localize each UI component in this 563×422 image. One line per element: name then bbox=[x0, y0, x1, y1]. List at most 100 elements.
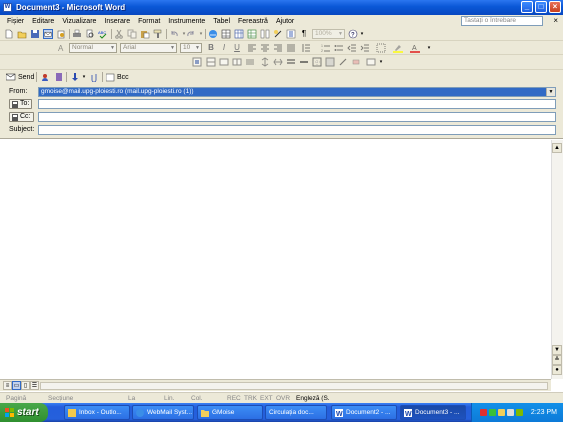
document-map-icon[interactable] bbox=[286, 29, 296, 39]
print-layout-view-icon[interactable]: ▯ bbox=[21, 381, 30, 390]
insert-excel-icon[interactable] bbox=[247, 29, 257, 39]
outline-view-icon[interactable]: ☰ bbox=[30, 381, 39, 390]
cut-icon[interactable] bbox=[114, 29, 124, 39]
task-document2[interactable]: W Document2 - ... bbox=[331, 405, 397, 420]
close-document-icon[interactable]: × bbox=[553, 16, 558, 25]
attach-icon[interactable] bbox=[90, 72, 100, 82]
start-button[interactable]: start bbox=[0, 403, 48, 422]
normal-view-icon[interactable]: ≡ bbox=[3, 381, 12, 390]
align-center-icon[interactable] bbox=[260, 43, 270, 53]
tray-volume-icon[interactable] bbox=[497, 409, 505, 416]
bullets-icon[interactable] bbox=[334, 43, 344, 53]
print-preview-icon[interactable] bbox=[85, 29, 95, 39]
subject-field[interactable] bbox=[38, 125, 556, 135]
task-circulatia[interactable]: Circulația doc... bbox=[265, 405, 327, 420]
border-icon[interactable] bbox=[376, 43, 386, 53]
permission-icon[interactable] bbox=[56, 29, 66, 39]
task-webmail[interactable]: WebMail Syst... bbox=[132, 405, 194, 420]
italic-icon[interactable]: I bbox=[219, 42, 229, 54]
title-bar[interactable]: W Document3 - Microsoft Word _ □ × bbox=[0, 0, 563, 15]
task-inbox-outlook[interactable]: Inbox - Outlo... bbox=[64, 405, 130, 420]
spelling-icon[interactable]: ABC bbox=[98, 29, 108, 39]
font-combo[interactable]: Arial ▼ bbox=[120, 43, 177, 53]
new-document-icon[interactable] bbox=[4, 29, 14, 39]
vertical-scrollbar[interactable]: ▲ ▼ ≙ ● bbox=[551, 140, 563, 379]
check-names-icon[interactable] bbox=[41, 72, 51, 82]
close-button[interactable]: × bbox=[549, 1, 561, 13]
menu-view[interactable]: Vizualizare bbox=[58, 18, 100, 25]
task-gmoise-folder[interactable]: GMoise bbox=[197, 405, 263, 420]
justify-icon[interactable] bbox=[286, 43, 296, 53]
word-app-icon[interactable]: W bbox=[3, 3, 12, 12]
style-combo[interactable]: Normal ▼ bbox=[69, 43, 117, 53]
email-icon[interactable] bbox=[43, 29, 53, 39]
maximize-button[interactable]: □ bbox=[535, 1, 547, 13]
tray-network-icon[interactable] bbox=[488, 409, 496, 416]
open-folder-icon[interactable] bbox=[17, 29, 27, 39]
styles-icon[interactable]: A bbox=[57, 43, 67, 53]
importance-dropdown-icon[interactable]: ▾ bbox=[79, 71, 89, 83]
print-icon[interactable] bbox=[72, 29, 82, 39]
select-browse-object-icon[interactable]: ● bbox=[552, 365, 562, 375]
web-layout-view-icon[interactable]: ▭ bbox=[12, 381, 21, 390]
tray-messenger-icon[interactable] bbox=[506, 409, 514, 416]
toolbar-options-icon[interactable]: ▾ bbox=[376, 56, 386, 68]
address-book-icon[interactable] bbox=[54, 72, 64, 82]
minimize-button[interactable]: _ bbox=[521, 1, 533, 13]
scroll-down-icon[interactable]: ▼ bbox=[552, 345, 562, 355]
send-button[interactable]: Send bbox=[6, 72, 34, 83]
bcc-button[interactable]: Bcc bbox=[106, 72, 129, 83]
previous-page-icon[interactable]: ≙ bbox=[552, 355, 562, 365]
menu-edit[interactable]: Editare bbox=[28, 18, 58, 25]
font-color-icon[interactable]: A bbox=[410, 43, 420, 53]
tray-antivirus-icon[interactable] bbox=[479, 409, 487, 416]
outside-border-icon[interactable] bbox=[312, 57, 322, 67]
menu-file[interactable]: Fișier bbox=[3, 18, 28, 25]
format-painter-icon[interactable] bbox=[153, 29, 163, 39]
save-icon[interactable] bbox=[30, 29, 40, 39]
menu-table[interactable]: Tabel bbox=[209, 18, 234, 25]
line-spacing-icon[interactable] bbox=[301, 43, 311, 53]
merge-cells-icon[interactable] bbox=[219, 57, 229, 67]
copy-icon[interactable] bbox=[127, 29, 137, 39]
eraser-icon[interactable] bbox=[351, 57, 361, 67]
help-question-input[interactable]: Tastați o întrebare bbox=[461, 16, 543, 26]
split-cells-icon[interactable] bbox=[232, 57, 242, 67]
menu-format[interactable]: Format bbox=[134, 18, 164, 25]
align-left-icon[interactable] bbox=[247, 43, 257, 53]
menu-insert[interactable]: Inserare bbox=[100, 18, 134, 25]
align-cells-icon[interactable] bbox=[245, 57, 255, 67]
tray-update-icon[interactable] bbox=[515, 409, 523, 416]
increase-indent-icon[interactable] bbox=[360, 43, 370, 53]
menu-window[interactable]: Fereastră bbox=[234, 18, 272, 25]
tray-clock[interactable]: 2:23 PM bbox=[531, 409, 557, 416]
insert-frame-icon[interactable] bbox=[192, 57, 202, 67]
document-body[interactable] bbox=[0, 138, 563, 379]
cc-button[interactable]: Cc: bbox=[9, 112, 34, 122]
decrease-indent-icon[interactable] bbox=[347, 43, 357, 53]
from-dropdown-icon[interactable]: ▼ bbox=[546, 88, 555, 96]
line-style-icon[interactable] bbox=[286, 57, 296, 67]
toolbar-options-icon[interactable]: ▾ bbox=[357, 28, 367, 40]
to-button[interactable]: To: bbox=[9, 99, 33, 109]
numbering-icon[interactable]: 12 bbox=[321, 43, 331, 53]
bold-icon[interactable]: B bbox=[206, 42, 216, 54]
menu-tools[interactable]: Instrumente bbox=[164, 18, 209, 25]
undo-icon[interactable] bbox=[169, 29, 179, 39]
highlight-icon[interactable] bbox=[393, 43, 403, 53]
drawing-icon[interactable] bbox=[273, 29, 283, 39]
redo-icon[interactable] bbox=[186, 29, 196, 39]
cc-field[interactable] bbox=[38, 112, 556, 122]
distribute-columns-icon[interactable] bbox=[273, 57, 283, 67]
columns-icon[interactable] bbox=[260, 29, 270, 39]
shading-icon[interactable] bbox=[325, 57, 335, 67]
draw-table-icon[interactable] bbox=[338, 57, 348, 67]
show-hide-icon[interactable]: ¶ bbox=[299, 28, 309, 40]
font-size-combo[interactable]: 10 ▼ bbox=[180, 43, 202, 53]
underline-icon[interactable]: U bbox=[232, 42, 242, 54]
zoom-combo[interactable]: 100% ▼ bbox=[312, 29, 345, 39]
insert-table-icon[interactable] bbox=[234, 29, 244, 39]
align-right-icon[interactable] bbox=[273, 43, 283, 53]
scroll-up-icon[interactable]: ▲ bbox=[552, 143, 562, 153]
insert-rows-icon[interactable] bbox=[206, 57, 216, 67]
